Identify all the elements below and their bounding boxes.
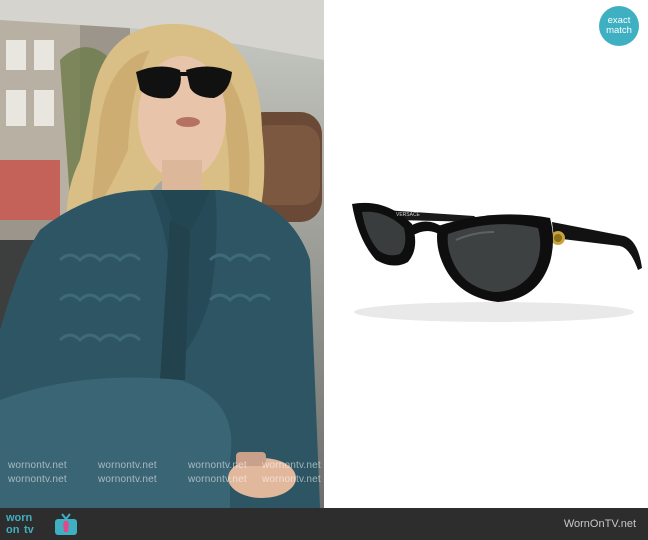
product-sunglasses-image: VERSACE	[352, 202, 642, 322]
logo-word-tv: tv	[24, 524, 34, 536]
tv-icon	[55, 513, 77, 535]
footer-bar: worn on tv WornOnTV.net	[0, 508, 648, 540]
site-url[interactable]: WornOnTV.net	[564, 518, 636, 530]
logo-word-worn: worn	[6, 512, 33, 524]
badge-line-2: match	[606, 25, 632, 36]
episode-photo-illustration	[0, 0, 324, 508]
logo-word-on: on	[6, 524, 20, 536]
exact-match-badge: exact match	[599, 6, 639, 46]
product-panel: VERSACE	[324, 0, 648, 508]
episode-photo: wornontv.net wornontv.net wornontv.net w…	[0, 0, 324, 508]
temple-arm	[552, 222, 642, 270]
product-shadow	[354, 302, 634, 322]
temple-imprint: VERSACE	[396, 212, 421, 218]
wornontv-logo[interactable]: worn on tv	[4, 510, 94, 538]
